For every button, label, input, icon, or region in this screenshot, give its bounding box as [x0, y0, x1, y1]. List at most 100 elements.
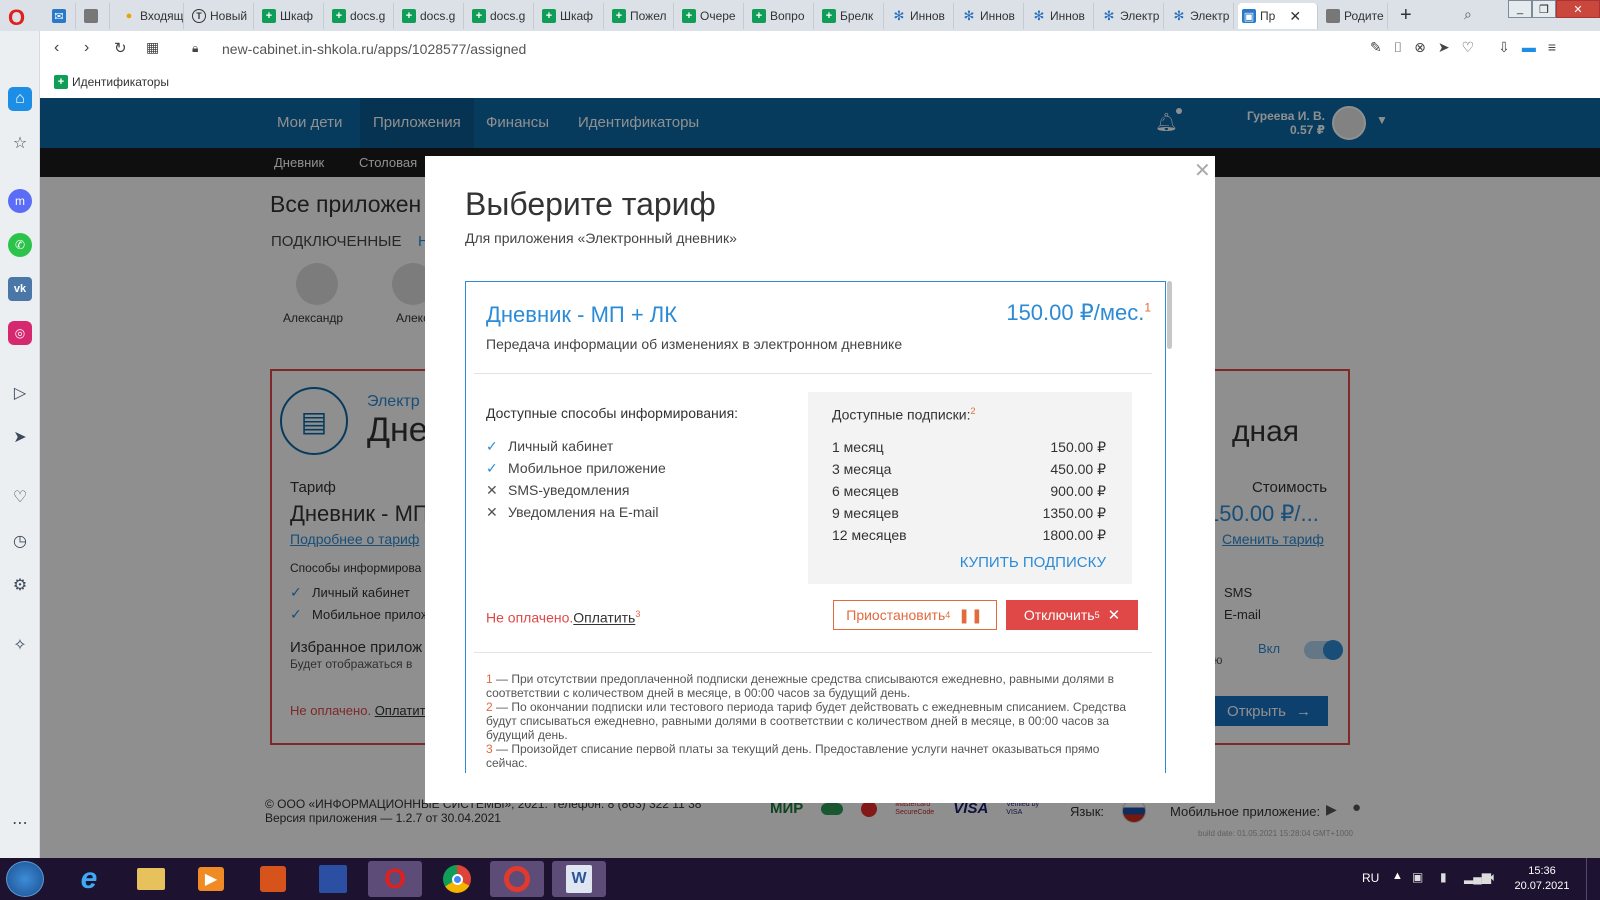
ie-icon[interactable]: e: [62, 861, 116, 897]
more-icon[interactable]: ⋯: [8, 811, 32, 835]
browser-tab[interactable]: + Шкаф: [538, 3, 604, 29]
save-disk-icon[interactable]: [306, 861, 360, 897]
tray-app-icon[interactable]: ▣: [1412, 870, 1423, 884]
ccleaner-icon[interactable]: [490, 861, 544, 897]
close-tab-icon[interactable]: ✕: [1289, 8, 1301, 25]
close-icon[interactable]: ✕: [1194, 158, 1211, 183]
mail-icon: ●: [125, 10, 133, 22]
browser-tab[interactable]: + Пожел: [608, 3, 674, 29]
address-bar-actions: ✎ ⌷ ⊗ ➤ ♡ ⇩ ▬ ≡: [1370, 39, 1556, 56]
browser-tab[interactable]: + Очере: [678, 3, 744, 29]
home-icon[interactable]: ⌂: [8, 87, 32, 111]
browser-tab[interactable]: Родите: [1322, 3, 1388, 29]
browser-tab[interactable]: ✻ Иннов: [1028, 3, 1094, 29]
subscription-row[interactable]: 1 месяц 150.00 ₽: [832, 436, 1106, 458]
browser-tab[interactable]: ✻ Иннов: [888, 3, 954, 29]
reload-icon[interactable]: ↻: [114, 39, 127, 57]
disable-button[interactable]: Отключить 5 ✕: [1006, 600, 1138, 630]
tab-doc-icon[interactable]: [80, 3, 110, 29]
subscription-row[interactable]: 9 месяцев 1350.00 ₽: [832, 502, 1106, 524]
app-icon[interactable]: [246, 861, 300, 897]
tab-mail-icon[interactable]: ✉: [48, 3, 76, 29]
method-item: ✓ Личный кабинет: [486, 435, 666, 457]
back-icon[interactable]: ‹: [54, 39, 59, 57]
maximize-icon[interactable]: ❐: [1532, 0, 1556, 18]
browser-tab[interactable]: + Шкаф: [258, 3, 324, 29]
browser-tab[interactable]: ✻ Электр: [1168, 3, 1234, 29]
browser-tab[interactable]: + docs.g: [398, 3, 464, 29]
sheets-icon: +: [612, 9, 626, 23]
subscription-row[interactable]: 3 месяца 450.00 ₽: [832, 458, 1106, 480]
word-icon[interactable]: W: [552, 861, 606, 897]
vk-icon[interactable]: vk: [8, 277, 32, 301]
browser-tab[interactable]: + Вопро: [748, 3, 814, 29]
browser-tab[interactable]: T Новый: [188, 3, 254, 29]
snowflake-icon: ✻: [963, 8, 975, 23]
whatsapp-icon[interactable]: ✆: [8, 233, 32, 257]
bookmark-item[interactable]: + Идентификаторы: [54, 75, 169, 89]
media-player-icon[interactable]: ▶: [184, 861, 238, 897]
sheets-icon: +: [542, 9, 556, 23]
explorer-icon[interactable]: [124, 861, 178, 897]
cross-icon: ✕: [486, 504, 498, 520]
battery-icon[interactable]: ▬: [1522, 39, 1536, 56]
browser-tab[interactable]: + Брелк: [818, 3, 884, 29]
forward-icon[interactable]: ›: [84, 39, 89, 57]
start-button[interactable]: [6, 861, 44, 897]
send-icon[interactable]: ➤: [8, 425, 32, 449]
show-desktop-button[interactable]: [1586, 858, 1600, 900]
snowflake-icon: ✻: [893, 8, 905, 23]
menu-icon[interactable]: ≡: [1548, 39, 1556, 56]
vertical-scrollbar[interactable]: [1167, 281, 1172, 349]
camera-icon[interactable]: ⌷: [1394, 39, 1402, 56]
instagram-icon[interactable]: ◎: [8, 321, 32, 345]
heart-icon[interactable]: ♡: [8, 485, 32, 509]
player-icon[interactable]: ▷: [8, 381, 32, 405]
minimize-icon[interactable]: _: [1508, 0, 1532, 18]
browser-tab[interactable]: ✻ Электр: [1098, 3, 1164, 29]
browser-tab[interactable]: + docs.g: [468, 3, 534, 29]
browser-tab-active[interactable]: ▣ Пр ✕: [1238, 3, 1318, 29]
messenger-icon[interactable]: m: [8, 189, 32, 213]
snowflake-icon: ✻: [1033, 8, 1045, 23]
signal-icon[interactable]: ▂▄▆: [1464, 870, 1491, 884]
block-icon[interactable]: ⊗: [1414, 39, 1426, 56]
pause-button[interactable]: Приостановить 4 ❚❚: [833, 600, 997, 630]
search-tabs-icon[interactable]: ⌕: [1464, 6, 1472, 23]
methods-list: ✓ Личный кабинет ✓ Мобильное приложение ✕ S…: [486, 435, 666, 523]
send-icon[interactable]: ➤: [1438, 39, 1450, 56]
subscription-row[interactable]: 6 месяцев 900.00 ₽: [832, 480, 1106, 502]
opera-logo[interactable]: O: [8, 5, 25, 31]
browser-tab[interactable]: + docs.g: [328, 3, 394, 29]
speed-dial-icon[interactable]: ▦: [146, 39, 159, 56]
star-icon[interactable]: ☆: [8, 131, 32, 155]
new-tab-icon[interactable]: +: [1400, 4, 1412, 27]
lightbulb-icon[interactable]: ✧: [8, 633, 32, 657]
edit-icon[interactable]: ✎: [1370, 39, 1382, 56]
history-icon[interactable]: ◷: [8, 529, 32, 553]
subscription-row[interactable]: 12 месяцев 1800.00 ₽: [832, 524, 1106, 546]
sheets-icon: +: [472, 9, 486, 23]
download-icon[interactable]: ⇩: [1498, 39, 1510, 56]
chrome-icon[interactable]: [430, 861, 484, 897]
tray-expand-icon[interactable]: ▲: [1392, 870, 1403, 882]
opera-icon[interactable]: O: [368, 861, 422, 897]
heart-icon[interactable]: ♡: [1462, 39, 1475, 56]
language-indicator[interactable]: RU: [1362, 871, 1379, 885]
browser-tab[interactable]: ✻ Иннов: [958, 3, 1024, 29]
clock[interactable]: 15:36 20.07.2021: [1510, 864, 1574, 894]
tariff-card[interactable]: Дневник - МП + ЛК 150.00 ₽/мес.1 Передач…: [465, 281, 1166, 773]
buy-subscription-button[interactable]: КУПИТЬ ПОДПИСКУ: [832, 554, 1106, 571]
snowflake-icon: ✻: [1103, 8, 1115, 23]
battery-icon[interactable]: ▮: [1440, 870, 1447, 884]
snowflake-icon: ✻: [1173, 8, 1185, 23]
volume-muted-icon[interactable]: 🔈︎: [1490, 870, 1497, 885]
settings-icon[interactable]: ⚙: [8, 573, 32, 597]
doc-icon: [1326, 9, 1340, 23]
close-window-icon[interactable]: ✕: [1556, 0, 1600, 18]
browser-tab[interactable]: ● Входящ: [118, 3, 184, 29]
sheets-icon: +: [402, 9, 416, 23]
pay-link[interactable]: Оплатить: [573, 610, 635, 626]
method-item: ✕ SMS-уведомления: [486, 479, 666, 501]
url-field[interactable]: new-cabinet.in-shkola.ru/apps/1028577/as…: [222, 41, 526, 57]
